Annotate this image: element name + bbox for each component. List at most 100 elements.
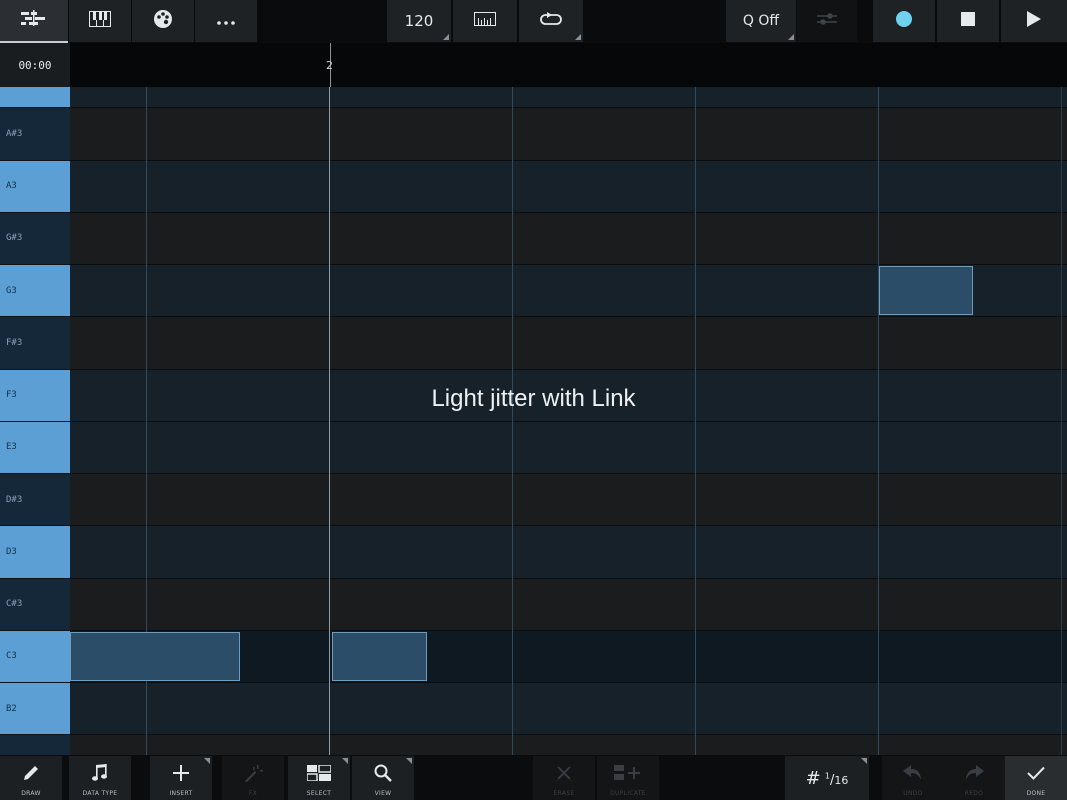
keyboard-view-button[interactable] xyxy=(69,0,131,42)
stop-icon xyxy=(961,11,975,31)
sliders-icon xyxy=(817,12,837,31)
data-type-button[interactable]: DATA TYPE xyxy=(69,756,131,800)
more-dots-icon xyxy=(217,12,235,30)
piano-key[interactable]: D3 xyxy=(0,526,70,579)
note-lane[interactable] xyxy=(70,317,1067,370)
bar-number-label: 2 xyxy=(326,59,333,72)
grid-resolution-button[interactable]: # 1/16 xyxy=(785,756,869,800)
metronome-ruler-icon xyxy=(474,11,496,31)
stop-button[interactable] xyxy=(937,0,999,42)
grid-resolution-value: # 1/16 xyxy=(805,768,849,789)
undo-button[interactable]: UNDO xyxy=(882,756,944,800)
time-readout: 00:00 xyxy=(0,43,70,87)
note-g3[interactable] xyxy=(879,266,973,315)
timeline-ruler[interactable]: 00:00 2 xyxy=(0,43,1067,87)
loop-button[interactable] xyxy=(519,0,583,42)
pencil-icon xyxy=(22,764,40,782)
note-c3-1[interactable] xyxy=(70,632,240,681)
piano-roll-grid[interactable]: A#3 A3 G#3 G3 F#3 F3 E3 D#3 D3 C#3 C3 B2 xyxy=(0,87,1067,755)
mixer-palette-button[interactable] xyxy=(132,0,194,42)
bar-gridline xyxy=(329,87,330,755)
record-icon xyxy=(895,10,913,33)
music-note-icon xyxy=(92,764,108,782)
checkmark-icon xyxy=(1027,764,1045,782)
bottom-toolbar: DRAW DATA TYPE INSERT FX SELECT VIEW ERA… xyxy=(0,755,1067,800)
metronome-button[interactable] xyxy=(453,0,517,42)
overlay-caption: Light jitter with Link xyxy=(431,385,636,412)
delete-button[interactable]: ERASE xyxy=(533,756,595,800)
record-button[interactable] xyxy=(873,0,935,42)
grid-numerator: 1 xyxy=(824,771,830,781)
piano-key[interactable]: G3 xyxy=(0,265,70,318)
quantize-value: Q Off xyxy=(742,13,780,29)
note-lane[interactable] xyxy=(70,526,1067,579)
piano-key[interactable]: D#3 xyxy=(0,474,70,527)
magic-button[interactable]: FX xyxy=(222,756,284,800)
select-button[interactable]: SELECT xyxy=(288,756,350,800)
piano-keys-icon xyxy=(89,10,111,32)
magnifier-icon xyxy=(374,764,392,782)
note-lane[interactable] xyxy=(70,578,1067,631)
duplicate-icon xyxy=(614,764,642,782)
note-lane[interactable] xyxy=(70,160,1067,213)
insert-label: INSERT xyxy=(169,790,193,797)
end-gridline xyxy=(1061,87,1062,755)
play-button[interactable] xyxy=(1001,0,1067,42)
play-icon xyxy=(1027,10,1041,32)
note-lane[interactable] xyxy=(70,735,1067,755)
tempo-value: 120 xyxy=(404,12,434,30)
grid-denominator: 16 xyxy=(834,774,849,787)
insert-button[interactable]: INSERT xyxy=(150,756,212,800)
piano-key[interactable] xyxy=(0,735,70,755)
piano-key[interactable]: B2 xyxy=(0,683,70,736)
redo-label: REDO xyxy=(964,790,984,797)
select-grid-icon xyxy=(307,764,331,782)
redo-arrow-icon xyxy=(964,764,984,782)
duplicate-label: DUPLICATE xyxy=(610,790,646,797)
undo-label: UNDO xyxy=(903,790,923,797)
piano-key[interactable]: C3 xyxy=(0,630,70,683)
draw-label: DRAW xyxy=(21,790,41,797)
piano-roll-icon xyxy=(21,10,47,31)
piano-key[interactable]: E3 xyxy=(0,421,70,474)
piano-key[interactable]: A#3 xyxy=(0,108,70,161)
undo-arrow-icon xyxy=(903,764,923,782)
close-x-icon xyxy=(557,764,571,782)
note-lane[interactable] xyxy=(70,421,1067,474)
piano-key[interactable]: F#3 xyxy=(0,317,70,370)
delete-label: ERASE xyxy=(553,790,575,797)
more-button[interactable] xyxy=(195,0,257,42)
magic-wand-icon xyxy=(243,764,263,782)
done-label: DONE xyxy=(1026,790,1046,797)
top-toolbar: 120 Q Off xyxy=(0,0,1067,43)
draw-button[interactable]: DRAW xyxy=(0,756,62,800)
piano-key[interactable]: G#3 xyxy=(0,212,70,265)
redo-button[interactable]: REDO xyxy=(943,756,1005,800)
note-lane[interactable] xyxy=(70,212,1067,265)
palette-icon xyxy=(153,9,173,34)
piano-key[interactable]: C#3 xyxy=(0,578,70,631)
note-lane[interactable] xyxy=(70,474,1067,527)
loop-icon xyxy=(539,11,563,31)
plus-icon xyxy=(173,764,189,782)
note-lane[interactable] xyxy=(70,87,1067,109)
piano-key[interactable]: A3 xyxy=(0,160,70,213)
data-type-label: DATA TYPE xyxy=(82,790,118,797)
beat-gridline xyxy=(695,87,696,755)
view-button[interactable]: VIEW xyxy=(352,756,414,800)
tempo-button[interactable]: 120 xyxy=(387,0,451,42)
mixer-settings-button[interactable] xyxy=(797,0,857,42)
beat-gridline xyxy=(878,87,879,755)
beat-gridline xyxy=(512,87,513,755)
piano-roll-view-button[interactable] xyxy=(0,0,68,43)
piano-key[interactable] xyxy=(0,87,70,109)
select-label: SELECT xyxy=(306,790,332,797)
note-c3-2[interactable] xyxy=(332,632,427,681)
duplicate-button[interactable]: DUPLICATE xyxy=(597,756,659,800)
magic-label: FX xyxy=(248,790,258,797)
grid-hash-icon: # xyxy=(805,768,821,789)
done-button[interactable]: DONE xyxy=(1005,756,1067,800)
note-lane[interactable] xyxy=(70,108,1067,161)
quantize-button[interactable]: Q Off xyxy=(726,0,796,42)
note-lane[interactable] xyxy=(70,683,1067,736)
